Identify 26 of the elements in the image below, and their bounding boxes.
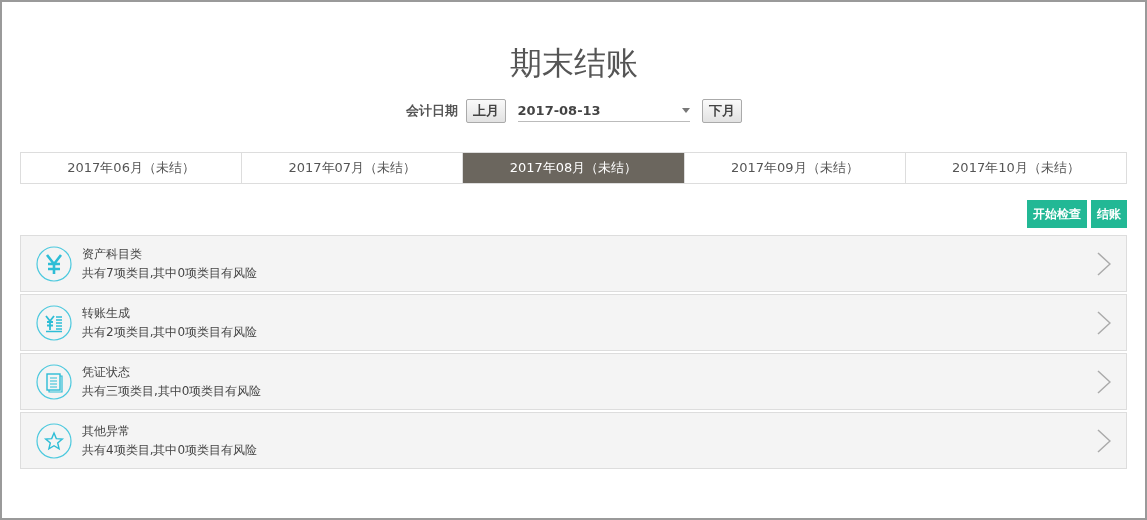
caret-icon	[681, 108, 690, 113]
yen-list-icon	[36, 304, 72, 341]
month-tab[interactable]: 2017年08月（未结）	[462, 153, 684, 183]
next-month-button[interactable]: 下月	[701, 99, 742, 123]
page-title: 期末结账	[508, 43, 639, 84]
item-summary: 共有7项类目,其中0项类目有风险	[82, 264, 259, 282]
prev-month-button[interactable]: 上月	[465, 99, 506, 123]
yen-icon	[36, 245, 72, 282]
item-summary: 共有4项类目,其中0项类目有风险	[82, 441, 259, 459]
date-label: 会计日期	[405, 102, 458, 120]
item-title: 其他异常	[82, 422, 131, 440]
item-title: 转账生成	[82, 304, 131, 322]
item-title: 资产科目类	[82, 245, 143, 263]
document-icon	[36, 363, 72, 400]
check-item-row[interactable]: 转账生成 共有2项类目,其中0项类目有风险	[20, 294, 1127, 351]
chevron-right-icon	[1097, 369, 1111, 394]
date-field[interactable]: 2017-08-13	[517, 100, 690, 122]
chevron-right-icon	[1097, 251, 1111, 276]
item-summary: 共有三项类目,其中0项类目有风险	[82, 382, 263, 400]
item-summary: 共有2项类目,其中0项类目有风险	[82, 323, 259, 341]
check-item-row[interactable]: 凭证状态 共有三项类目,其中0项类目有风险	[20, 353, 1127, 410]
chevron-right-icon	[1097, 428, 1111, 453]
item-title: 凭证状态	[82, 363, 131, 381]
chevron-right-icon	[1097, 310, 1111, 335]
check-item-row[interactable]: 其他异常 共有4项类目,其中0项类目有风险	[20, 412, 1127, 469]
check-item-row[interactable]: 资产科目类 共有7项类目,其中0项类目有风险	[20, 235, 1127, 292]
